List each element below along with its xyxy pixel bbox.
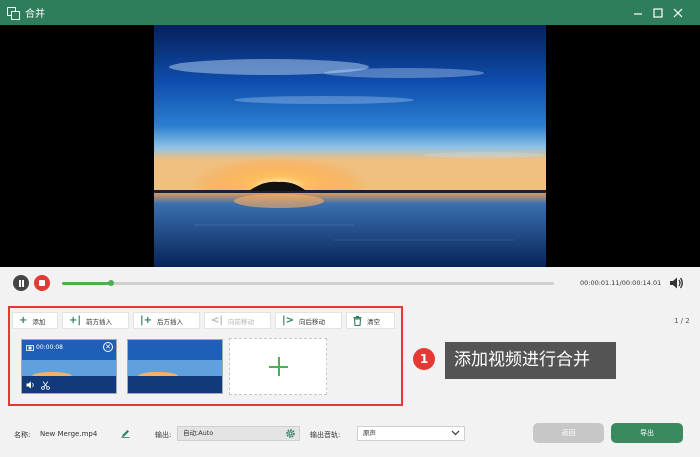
title-bar: 合并	[0, 0, 700, 25]
name-label: 名称:	[14, 431, 31, 439]
chevron-down-icon[interactable]	[451, 430, 460, 436]
close-button[interactable]	[666, 0, 690, 25]
audio-track-label: 输出音轨:	[310, 431, 341, 439]
maximize-icon	[653, 7, 663, 18]
output-format-field[interactable]: 自动;Auto	[177, 426, 300, 441]
output-format-value: 自动;Auto	[183, 429, 214, 437]
volume-icon[interactable]	[668, 275, 684, 291]
progress-fill	[62, 282, 112, 285]
highlight-frame	[8, 306, 403, 406]
minimize-icon	[634, 12, 642, 15]
close-icon	[673, 8, 683, 17]
stop-button[interactable]	[34, 275, 50, 291]
page-count: 1 / 2	[674, 317, 690, 325]
gear-icon[interactable]	[285, 428, 296, 439]
export-button[interactable]: 导出	[611, 423, 683, 443]
output-label: 输出:	[155, 431, 172, 439]
pencil-icon[interactable]	[121, 429, 130, 438]
bottom-bar: 名称: New Merge.mp4 输出: 自动;Auto 输出音轨: 原声 返…	[0, 420, 700, 448]
audio-track-value: 原声	[363, 429, 376, 437]
video-frame	[154, 25, 546, 267]
progress-handle[interactable]	[108, 280, 115, 286]
progress-bar[interactable]	[62, 280, 554, 286]
video-preview-area	[0, 25, 700, 267]
audio-track-select[interactable]: 原声	[357, 426, 465, 441]
callout-number: 1	[413, 348, 435, 370]
playback-controls: 00:00:01.11/00:00:14.01	[0, 267, 700, 301]
pause-button[interactable]	[13, 275, 29, 291]
file-name: New Merge.mp4	[40, 430, 98, 438]
window-title: 合并	[25, 9, 45, 20]
back-button[interactable]: 返回	[533, 423, 604, 443]
callout-text: 添加视频进行合并	[445, 342, 616, 379]
time-display: 00:00:01.11/00:00:14.01	[580, 279, 662, 287]
merge-app-icon	[7, 6, 20, 20]
